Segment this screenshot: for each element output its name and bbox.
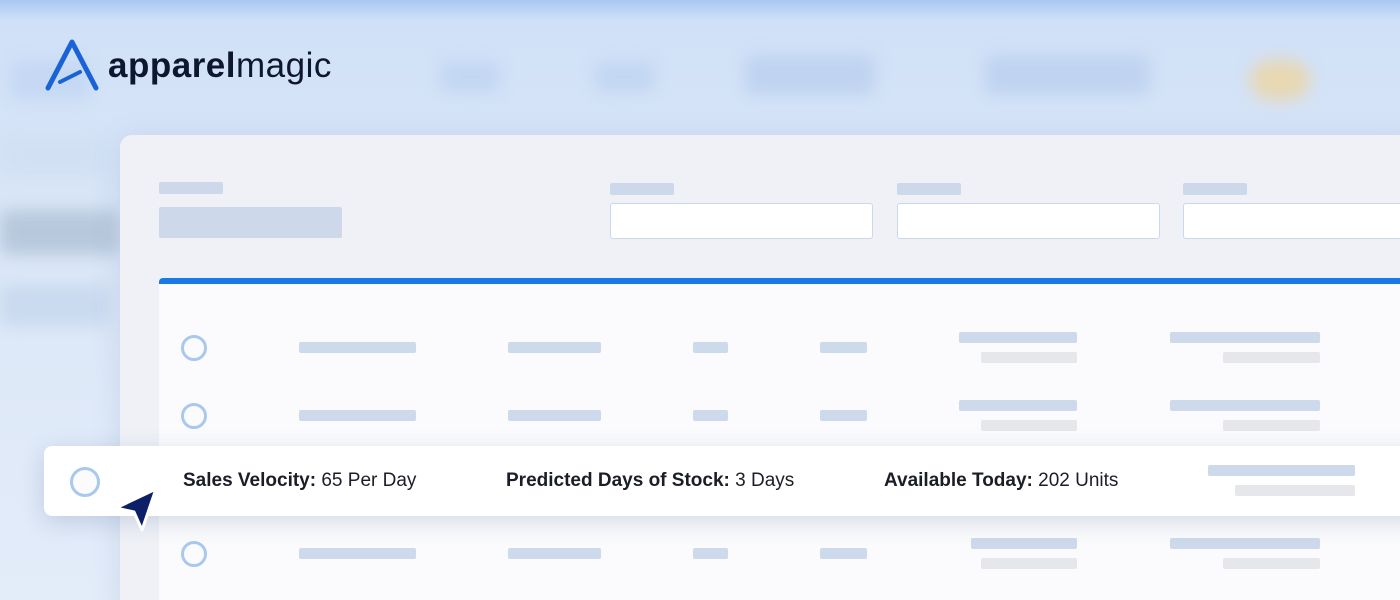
cell-placeholder	[820, 548, 867, 559]
cell-placeholder	[1223, 352, 1320, 363]
highlighted-row[interactable]: Sales Velocity: 65 Per Day Predicted Day…	[44, 446, 1400, 516]
cell-placeholder	[1223, 558, 1320, 569]
row-radio-button[interactable]	[181, 335, 207, 361]
cell-placeholder	[959, 332, 1077, 343]
filter-input-3[interactable]	[1183, 203, 1400, 239]
metric-label: Predicted Days of Stock:	[506, 470, 730, 491]
row-radio-button[interactable]	[70, 467, 100, 497]
metric-label: Available Today:	[884, 470, 1033, 491]
brand-name-light: magic	[236, 45, 332, 85]
cell-placeholder	[299, 410, 416, 421]
cell-placeholder	[1170, 332, 1320, 343]
filter-input-2[interactable]	[897, 203, 1160, 239]
cell-placeholder	[820, 342, 867, 353]
cell-placeholder	[693, 410, 728, 421]
cell-placeholder	[820, 410, 867, 421]
filter-label-placeholder	[897, 183, 961, 195]
row-radio-button[interactable]	[181, 541, 207, 567]
cell-placeholder	[299, 548, 416, 559]
cell-placeholder	[508, 342, 601, 353]
available-today-metric: Available Today: 202 Units	[884, 470, 1118, 492]
cell-placeholder	[959, 400, 1077, 411]
metric-label: Sales Velocity:	[183, 470, 317, 491]
cell-placeholder	[693, 548, 728, 559]
metric-value: 3 Days	[735, 470, 795, 491]
metric-value: 65 Per Day	[321, 470, 417, 491]
cell-placeholder	[1235, 485, 1355, 496]
predicted-days-of-stock-metric: Predicted Days of Stock: 3 Days	[506, 470, 794, 492]
arrow-cursor-icon	[112, 486, 160, 537]
filter-input-1[interactable]	[610, 203, 873, 239]
cell-placeholder	[981, 558, 1077, 569]
sales-velocity-metric: Sales Velocity: 65 Per Day	[183, 470, 416, 492]
apparelmagic-logo: apparelmagic	[44, 38, 332, 92]
table-row[interactable]	[159, 392, 1400, 442]
inventory-table	[159, 278, 1400, 600]
filter-label-placeholder	[610, 183, 674, 195]
cell-placeholder	[508, 548, 601, 559]
cell-placeholder	[1170, 400, 1320, 411]
header-title-placeholder	[159, 207, 342, 238]
cell-placeholder	[971, 538, 1077, 549]
cell-placeholder	[981, 352, 1077, 363]
filter-label-placeholder	[1183, 183, 1247, 195]
header-label-placeholder	[159, 182, 223, 194]
apparelmagic-logo-icon	[44, 38, 100, 92]
cell-placeholder	[693, 342, 728, 353]
inventory-panel	[120, 135, 1400, 600]
cell-placeholder	[508, 410, 601, 421]
brand-name: apparelmagic	[108, 48, 332, 83]
cell-placeholder	[1208, 465, 1355, 476]
table-row[interactable]	[159, 324, 1400, 374]
brand-name-bold: apparel	[108, 45, 236, 85]
cell-placeholder	[1223, 420, 1320, 431]
cell-placeholder	[1170, 538, 1320, 549]
metric-value: 202 Units	[1038, 470, 1119, 491]
cell-placeholder	[299, 342, 416, 353]
table-row[interactable]	[159, 530, 1400, 580]
row-radio-button[interactable]	[181, 403, 207, 429]
cell-placeholder	[981, 420, 1077, 431]
